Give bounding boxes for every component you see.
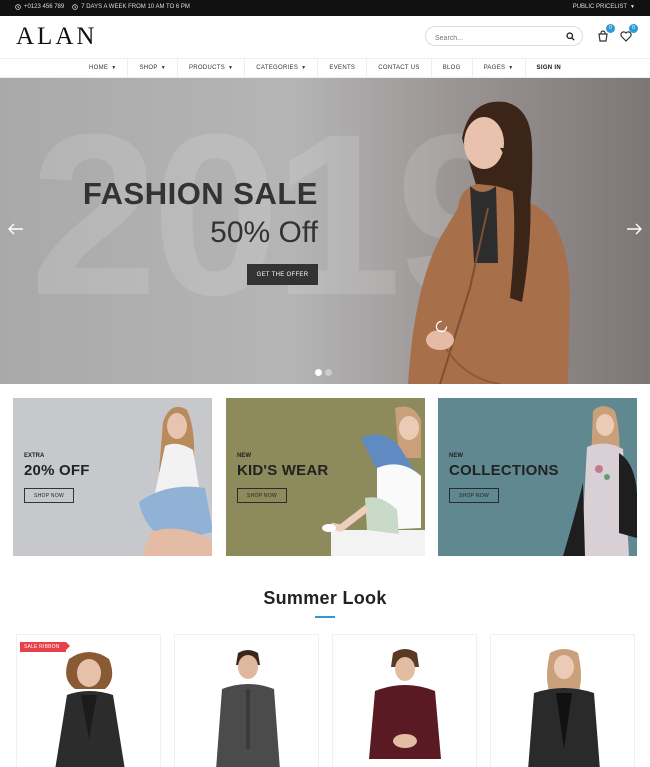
shop-now-button[interactable]: SHOP NOW <box>449 488 499 503</box>
pricelist-dropdown[interactable]: PUBLIC PRICELIST ▼ <box>573 4 635 10</box>
caret-down-icon: ▼ <box>160 65 166 71</box>
arrow-right-icon[interactable] <box>625 222 643 236</box>
nav-item-label: CONTACT US <box>378 65 420 71</box>
nav-item-categories[interactable]: CATEGORIES ▼ <box>244 59 317 77</box>
nav-item-sign-in[interactable]: SIGN IN <box>524 59 572 77</box>
product-card-2[interactable] <box>174 634 319 767</box>
hero-subtitle: 50% Off <box>210 216 318 249</box>
banner-collections[interactable]: NEW COLLECTIONS SHOP NOW <box>438 398 637 556</box>
banner-model-image <box>322 406 425 556</box>
nav-item-blog[interactable]: BLOG <box>430 59 472 77</box>
caret-down-icon: ▼ <box>111 65 117 71</box>
slider-dots <box>315 369 332 376</box>
product-card-4[interactable] <box>490 634 635 767</box>
caret-down-icon: ▼ <box>508 65 514 71</box>
search-icon[interactable] <box>566 32 575 41</box>
product-image <box>216 650 280 767</box>
slider-dot-1[interactable] <box>315 369 322 376</box>
product-card-1[interactable]: SALE RIBBON <box>16 634 161 767</box>
nav-item-products[interactable]: PRODUCTS ▼ <box>176 59 244 77</box>
search-input[interactable] <box>426 29 556 48</box>
shop-now-button[interactable]: SHOP NOW <box>24 488 74 503</box>
nav-item-label: PAGES <box>483 65 506 71</box>
main-nav: HOME ▼ SHOP ▼ PRODUCTS ▼ CATEGORIES ▼ EVENTS CONT… <box>0 58 650 78</box>
wishlist-button[interactable]: 0 <box>619 24 638 43</box>
nav-item-pages[interactable]: PAGES ▼ <box>471 59 525 77</box>
banner-model-image <box>139 406 212 556</box>
arrow-left-icon[interactable] <box>7 222 25 236</box>
nav-item-events[interactable]: EVENTS <box>317 59 366 77</box>
caret-down-icon: ▼ <box>301 65 307 71</box>
shop-now-button[interactable]: SHOP NOW <box>237 488 287 503</box>
nav-item-label: SIGN IN <box>536 65 561 71</box>
hours-info: 7 DAYS A WEEK FROM 10 AM TO 6 PM <box>72 4 190 10</box>
pricelist-label: PUBLIC PRICELIST <box>572 4 628 10</box>
section-underline <box>315 616 335 618</box>
nav-item-label: BLOG <box>442 65 461 71</box>
product-image <box>528 649 600 767</box>
hero-slider: 2019 FASHION SALE 50% Off GET THE OFFER <box>0 78 650 384</box>
clock-icon <box>72 4 78 10</box>
nav-item-label: SHOP <box>139 65 158 71</box>
get-offer-button[interactable]: GET THE OFFER <box>247 264 318 285</box>
chevron-down-icon: ▼ <box>630 4 635 10</box>
product-image <box>55 652 125 767</box>
logo[interactable]: ALAN <box>16 23 97 51</box>
nav-item-label: CATEGORIES <box>256 65 299 71</box>
banner-extra-off[interactable]: EXTRA 20% OFF SHOP NOW <box>13 398 212 556</box>
banner-small-label: NEW <box>237 453 251 459</box>
banner-title: 20% OFF <box>24 462 90 479</box>
product-image <box>369 649 441 759</box>
wishlist-count-badge: 0 <box>629 24 638 33</box>
search-box <box>425 26 583 48</box>
nav-item-home[interactable]: HOME ▼ <box>78 59 127 77</box>
loading-spinner-icon <box>435 320 448 333</box>
banner-small-label: EXTRA <box>24 453 45 459</box>
cart-count-badge: 0 <box>606 24 615 33</box>
slider-dot-2[interactable] <box>325 369 332 376</box>
phone-number: +0123 456 789 <box>24 4 65 10</box>
hero-title: FASHION SALE <box>82 176 318 211</box>
banner-kids-wear[interactable]: NEW KID'S WEAR SHOP NOW <box>226 398 425 556</box>
caret-down-icon: ▼ <box>228 65 234 71</box>
hero-model-image <box>408 101 570 384</box>
top-bar: +0123 456 789 7 DAYS A WEEK FROM 10 AM T… <box>0 0 650 16</box>
section-title: Summer Look <box>263 588 387 608</box>
nav-item-shop[interactable]: SHOP ▼ <box>127 59 176 77</box>
nav-item-contact-us[interactable]: CONTACT US <box>366 59 430 77</box>
product-card-3[interactable] <box>332 634 477 767</box>
site-header: ALAN 0 0 <box>0 16 650 58</box>
phone-info: +0123 456 789 <box>15 4 64 10</box>
opening-hours: 7 DAYS A WEEK FROM 10 AM TO 6 PM <box>81 4 190 10</box>
nav-item-label: HOME <box>89 65 109 71</box>
banner-title: COLLECTIONS <box>449 462 559 479</box>
sale-ribbon: SALE RIBBON <box>20 642 70 652</box>
nav-item-label: EVENTS <box>329 65 356 71</box>
banner-small-label: NEW <box>449 453 463 459</box>
banner-title: KID'S WEAR <box>237 462 329 479</box>
cart-button[interactable]: 0 <box>596 24 615 43</box>
phone-icon <box>15 4 21 10</box>
nav-item-label: PRODUCTS <box>188 65 226 71</box>
banner-model-image <box>563 406 637 556</box>
